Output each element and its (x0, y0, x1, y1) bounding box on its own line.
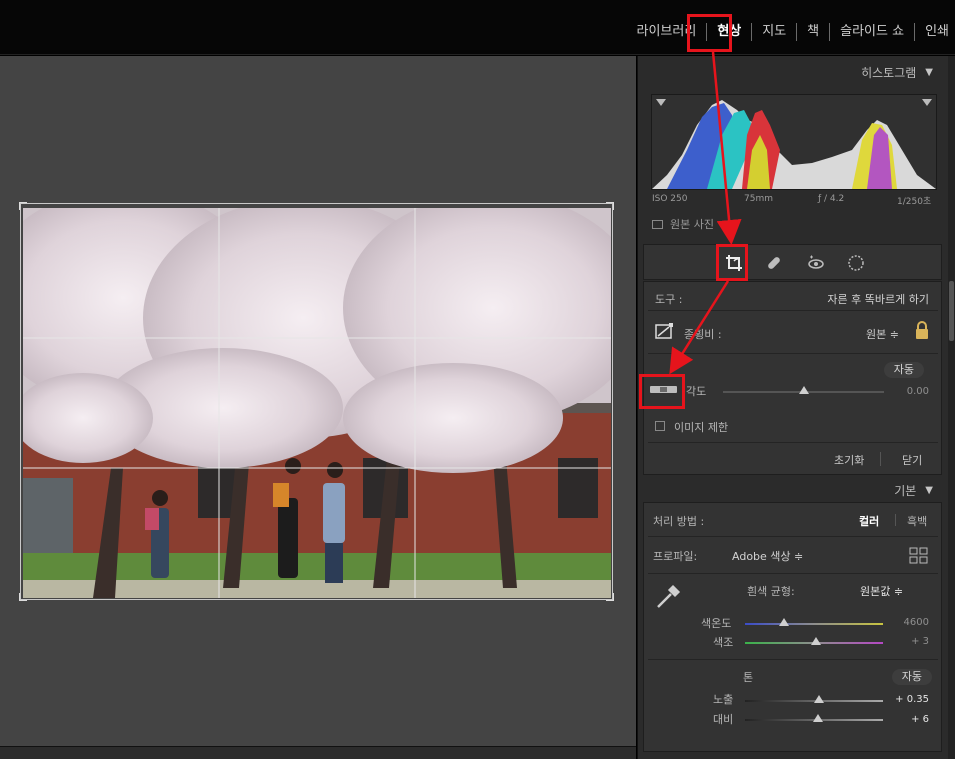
histogram-header[interactable]: 히스토그램 ▼ (638, 59, 949, 85)
divider (648, 310, 938, 311)
collapse-triangle-icon[interactable]: ▼ (925, 485, 933, 496)
module-list: 라이브러리 현상 지도 책 슬라이드 쇼 인쇄 (627, 22, 955, 42)
histogram-graph (652, 99, 936, 189)
angle-auto-button[interactable]: 자동 (883, 362, 924, 378)
crop-handle-bottom-left[interactable] (19, 593, 27, 601)
original-photo-toggle[interactable]: 원본 사진 (652, 216, 714, 232)
wb-select[interactable]: 원본값 ≑ (860, 583, 903, 599)
basic-header[interactable]: 기본 ▼ (638, 477, 949, 503)
exposure-value[interactable]: + 0.35 (895, 694, 929, 705)
crop-panel: 도구 : 자른 후 똑바르게 하기 종횡비 : 원본 ≑ 자동 각도 0.00 … (643, 281, 942, 475)
shadow-clipping-icon[interactable] (656, 99, 666, 106)
scrollbar-thumb[interactable] (949, 281, 954, 341)
crop-handle-top-left[interactable] (19, 202, 27, 210)
profile-select[interactable]: Adobe 색상 ≑ (732, 548, 803, 564)
filmstrip-toggle-bar (0, 746, 636, 759)
histogram-iso: ISO 250 (652, 194, 688, 204)
wb-label: 흰색 균형: (747, 585, 795, 598)
crop-handle-top-right[interactable] (606, 202, 614, 210)
photo-preview[interactable] (23, 208, 611, 598)
profile-browser-icon[interactable] (909, 547, 929, 568)
module-picker: 라이브러리 현상 지도 책 슬라이드 쇼 인쇄 (0, 0, 955, 55)
divider (648, 573, 938, 574)
contrast-value[interactable]: + 6 (911, 714, 929, 725)
checkbox[interactable] (652, 219, 663, 229)
tint-value[interactable]: + 3 (911, 636, 929, 647)
masking-button[interactable] (846, 253, 866, 273)
module-print[interactable]: 인쇄 (915, 22, 955, 42)
angle-label: 각도 (686, 385, 707, 398)
reset-button[interactable]: 초기화 (834, 452, 864, 468)
tool-strip (643, 244, 942, 280)
lock-icon[interactable] (914, 320, 930, 343)
annotation-box-develop (687, 14, 732, 52)
tint-slider-thumb[interactable] (811, 637, 821, 645)
histogram-focal: 75mm (744, 194, 773, 204)
basic-title: 기본 (894, 483, 917, 498)
photo-image (23, 208, 611, 598)
histogram[interactable] (651, 94, 937, 190)
close-button[interactable]: 닫기 (902, 452, 922, 468)
temp-value[interactable]: 4600 (904, 617, 929, 628)
eye-icon (808, 255, 824, 269)
original-photo-label: 원본 사진 (670, 218, 714, 231)
histogram-shutter: 1/250초 (897, 197, 932, 207)
crop-handle-bottom-right[interactable] (606, 593, 614, 601)
module-map[interactable]: 지도 (752, 22, 796, 42)
divider (648, 442, 938, 443)
process-color-option[interactable]: 컬러 (859, 513, 879, 529)
temp-label: 색온도 (701, 617, 732, 630)
spot-removal-button[interactable] (764, 253, 784, 273)
crop-frame[interactable] (19, 202, 614, 601)
aspect-label: 종횡비 : (684, 328, 722, 341)
temp-slider[interactable] (745, 623, 883, 625)
annotation-box-level (639, 374, 685, 409)
basic-panel: 처리 방법 : 컬러 흑백 프로파일: Adobe 색상 ≑ 흰색 균형: 원본… (643, 502, 942, 752)
exposure-label: 노출 (713, 693, 734, 706)
constrain-label: 이미지 제한 (674, 421, 729, 434)
divider (648, 659, 938, 660)
contrast-label: 대비 (713, 713, 734, 726)
collapse-triangle-icon[interactable]: ▼ (925, 67, 933, 78)
profile-label: 프로파일: (653, 550, 698, 563)
temp-slider-thumb[interactable] (779, 618, 789, 626)
bandage-icon (768, 257, 780, 269)
annotation-box-crop-tool (716, 244, 748, 281)
tone-auto-button[interactable]: 자동 (891, 669, 932, 685)
highlight-clipping-icon[interactable] (922, 99, 932, 106)
process-bw-option[interactable]: 흑백 (907, 513, 927, 529)
process-label: 처리 방법 : (653, 515, 705, 528)
exposure-slider-thumb[interactable] (814, 695, 824, 703)
aspect-select[interactable]: 원본 ≑ (866, 326, 899, 342)
separator (895, 514, 896, 526)
tool-label: 도구 : (655, 293, 683, 306)
contrast-slider-thumb[interactable] (813, 714, 823, 722)
divider (648, 353, 938, 354)
separator (880, 452, 881, 466)
divider (648, 536, 938, 537)
panel-scrollbar[interactable] (948, 56, 955, 759)
red-eye-button[interactable] (806, 253, 826, 273)
module-book[interactable]: 책 (797, 22, 829, 42)
eyedropper-icon[interactable] (654, 583, 682, 614)
tint-label: 색조 (713, 636, 734, 649)
histogram-aperture: ƒ / 4.2 (818, 194, 845, 204)
angle-slider-thumb[interactable] (799, 386, 809, 394)
angle-value[interactable]: 0.00 (907, 386, 929, 397)
tone-label: 톤 (743, 671, 754, 684)
module-slideshow[interactable]: 슬라이드 쇼 (830, 22, 914, 42)
histogram-title: 히스토그램 (861, 65, 917, 80)
image-canvas[interactable] (0, 56, 636, 746)
aspect-icon[interactable] (655, 322, 675, 343)
radial-mask-icon (848, 255, 864, 271)
straighten-mode[interactable]: 자른 후 똑바르게 하기 (827, 291, 929, 307)
constrain-checkbox[interactable] (655, 421, 665, 431)
